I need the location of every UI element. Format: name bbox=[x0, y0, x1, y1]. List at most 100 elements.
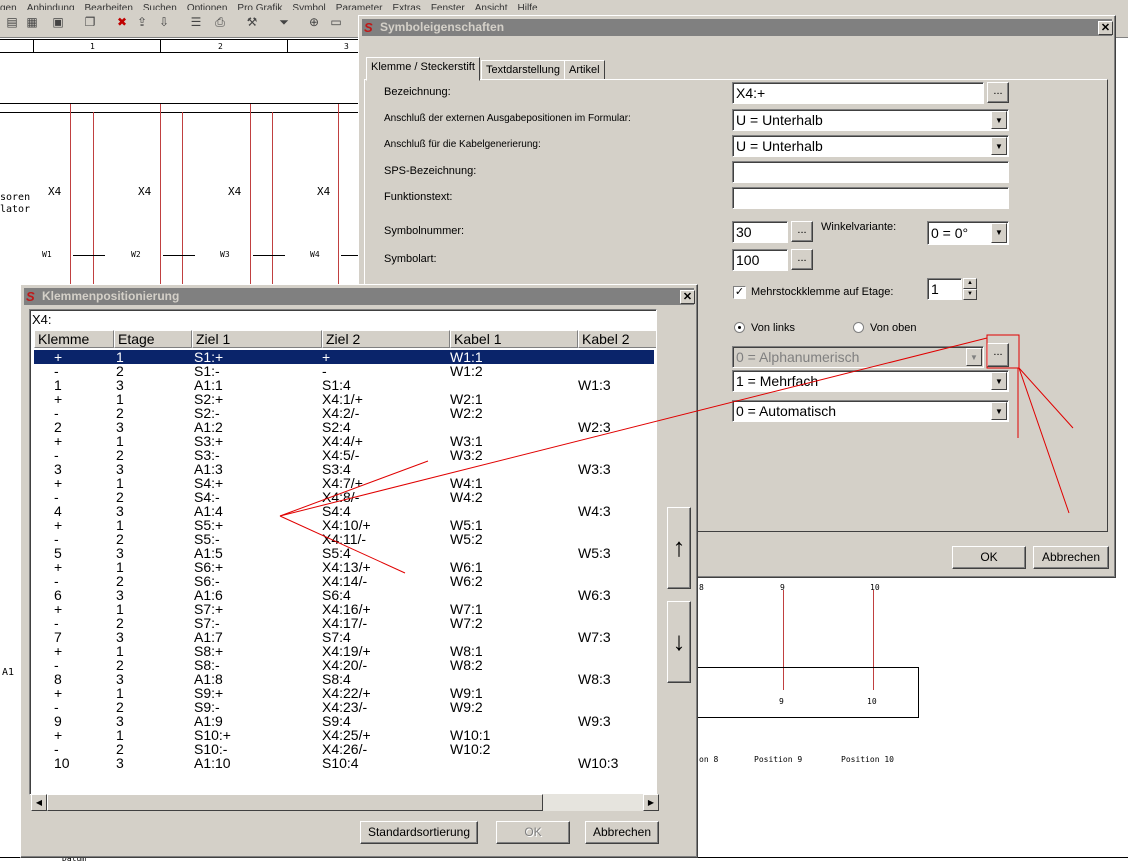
copy-icon[interactable]: ❐ bbox=[82, 14, 98, 30]
table-row[interactable]: - 2 S5:- X4:11/- W5:2 bbox=[34, 532, 654, 546]
bezeichnung-input[interactable]: X4:+ bbox=[732, 82, 984, 104]
chevron-down-icon[interactable]: ▼ bbox=[991, 402, 1007, 420]
zoom-icon[interactable]: ⊕ bbox=[306, 14, 322, 30]
column-header[interactable]: Kabel 2 bbox=[578, 330, 656, 348]
table-row[interactable]: 5 3 A1:5 S5:4 W5:3 bbox=[34, 546, 654, 560]
import-icon[interactable]: ⇩ bbox=[156, 14, 172, 30]
column-header[interactable]: Ziel 2 bbox=[322, 330, 450, 348]
page-icon[interactable]: ▭ bbox=[328, 14, 344, 30]
table-row[interactable]: - 2 S2:- X4:2/- W2:2 bbox=[34, 406, 654, 420]
table-cell: W5:1 bbox=[450, 517, 483, 533]
symbolnummer-browse-button[interactable]: ... bbox=[791, 221, 813, 242]
close-button[interactable]: ✕ bbox=[1098, 21, 1113, 35]
tab-klemme[interactable]: Klemme / Steckerstift bbox=[366, 57, 480, 81]
table-row[interactable]: +1 S9:+ X4:22/+ W9:1 bbox=[34, 686, 654, 700]
table-row[interactable]: - 2 S3:- X4:5/- W3:2 bbox=[34, 448, 654, 462]
table-row[interactable]: +1 S4:+ X4:7/+ W4:1 bbox=[34, 476, 654, 490]
mehrstock-checkbox[interactable]: ✓ bbox=[733, 286, 746, 299]
print-icon[interactable]: ⎙ bbox=[212, 14, 228, 30]
table-row[interactable]: +1 S8:+ X4:19/+ W8:1 bbox=[34, 644, 654, 658]
table-cell: S10:4 bbox=[322, 755, 359, 771]
ok-button[interactable]: OK bbox=[496, 821, 570, 844]
von-links-radio[interactable] bbox=[734, 322, 745, 333]
sortierung-browse-button[interactable]: ... bbox=[987, 343, 1009, 367]
etage-input[interactable]: 1 bbox=[927, 278, 962, 300]
scroll-right-icon[interactable]: ▶ bbox=[643, 794, 659, 811]
table-row[interactable]: +1 S3:+ X4:4/+ W3:1 bbox=[34, 434, 654, 448]
table-row[interactable]: +1 S5:+ X4:10/+ W5:1 bbox=[34, 518, 654, 532]
table-cell: - bbox=[54, 531, 59, 547]
symbolart-input[interactable]: 100 bbox=[732, 249, 788, 271]
tool-icon[interactable]: ⚒ bbox=[244, 14, 260, 30]
chevron-down-icon[interactable]: ▼ bbox=[991, 111, 1007, 129]
von-oben-radio[interactable] bbox=[853, 322, 864, 333]
close-button[interactable]: ✕ bbox=[680, 290, 695, 304]
table-row[interactable]: 9 3 A1:9 S9:4 W9:3 bbox=[34, 714, 654, 728]
chevron-down-icon[interactable]: ▼ bbox=[991, 137, 1007, 155]
scroll-thumb[interactable] bbox=[47, 794, 543, 811]
anschluss-kabel-select[interactable]: U = Unterhalb ▼ bbox=[732, 135, 1009, 157]
table-row[interactable]: +1 S10:+ X4:25/+ W10:1 bbox=[34, 728, 654, 742]
table-row[interactable]: - 2 S6:- X4:14/- W6:2 bbox=[34, 574, 654, 588]
etage-spinner[interactable]: ▲ ▼ bbox=[963, 278, 977, 300]
column-header[interactable]: Klemme bbox=[34, 330, 114, 348]
table-row[interactable]: 4 3 A1:4 S4:4 W4:3 bbox=[34, 504, 654, 518]
horizontal-scrollbar[interactable]: ◀ ▶ bbox=[31, 794, 659, 811]
ok-button[interactable]: OK bbox=[952, 546, 1026, 569]
delete-icon[interactable]: ✖ bbox=[114, 14, 130, 30]
table-cell: S8:4 bbox=[322, 671, 351, 687]
spin-down-icon[interactable]: ▼ bbox=[963, 289, 977, 300]
column-header[interactable]: Ziel 1 bbox=[192, 330, 322, 348]
export-icon[interactable]: ⇪ bbox=[134, 14, 150, 30]
open-icon[interactable]: ▤ bbox=[4, 14, 20, 30]
save-icon[interactable]: ▣ bbox=[50, 14, 66, 30]
cancel-button[interactable]: Abbrechen bbox=[585, 821, 659, 844]
chevron-down-icon[interactable]: ▼ bbox=[991, 372, 1007, 390]
table-row[interactable]: +1 S2:+ X4:1/+ W2:1 bbox=[34, 392, 654, 406]
symbolart-browse-button[interactable]: ... bbox=[791, 249, 813, 270]
move-up-button[interactable]: ↑ bbox=[667, 507, 691, 589]
column-header[interactable]: Etage bbox=[114, 330, 192, 348]
sps-input[interactable] bbox=[732, 161, 1009, 183]
anschluss-formular-select[interactable]: U = Unterhalb ▼ bbox=[732, 109, 1009, 131]
table-row[interactable]: - 2 S9:- X4:23/- W9:2 bbox=[34, 700, 654, 714]
chevron-down-icon[interactable]: ▼ bbox=[966, 348, 982, 366]
table-row[interactable]: 10 3 A1:10 S10:4 W10:3 bbox=[34, 756, 654, 770]
table-row[interactable]: - 2 S10:- X4:26/- W10:2 bbox=[34, 742, 654, 756]
tab-artikel[interactable]: Artikel bbox=[564, 60, 605, 80]
chevron-down-icon[interactable]: ▼ bbox=[991, 223, 1007, 243]
cancel-button[interactable]: Abbrechen bbox=[1033, 546, 1109, 569]
table-row[interactable]: 1 3 A1:1 S1:4 W1:3 bbox=[34, 378, 654, 392]
automatisch-select[interactable]: 0 = Automatisch ▼ bbox=[732, 400, 1009, 422]
table-row[interactable]: 6 3 A1:6 S6:4 W6:3 bbox=[34, 588, 654, 602]
symbolnummer-input[interactable]: 30 bbox=[732, 221, 788, 243]
terminal-list[interactable]: X4: Klemme Etage Ziel 1 Ziel 2 Kabel 1 K… bbox=[29, 309, 657, 795]
dialog-title: Klemmenpositionierung bbox=[42, 289, 180, 303]
table-row[interactable]: 3 3 A1:3 S3:4 W3:3 bbox=[34, 462, 654, 476]
table-row[interactable]: - 2 S8:- X4:20/- W8:2 bbox=[34, 658, 654, 672]
funktionstext-input[interactable] bbox=[732, 187, 1009, 209]
table-row[interactable]: +1 S6:+ X4:13/+ W6:1 bbox=[34, 560, 654, 574]
table-row[interactable]: - 2 S7:- X4:17/- W7:2 bbox=[34, 616, 654, 630]
table-row[interactable]: +1 S1:+ + W1:1 bbox=[34, 350, 654, 364]
sortierung-select[interactable]: 0 = Alphanumerisch ▼ bbox=[732, 346, 984, 368]
standardsortierung-button[interactable]: Standardsortierung bbox=[360, 821, 478, 844]
table-row[interactable]: 2 3 A1:2 S2:4 W2:3 bbox=[34, 420, 654, 434]
folder-icon[interactable]: ▦ bbox=[24, 14, 40, 30]
bezeichnung-browse-button[interactable]: ... bbox=[987, 82, 1009, 103]
dialog-titlebar: S Klemmenpositionierung ✕ bbox=[24, 288, 695, 305]
table-row[interactable]: 7 3 A1:7 S7:4 W7:3 bbox=[34, 630, 654, 644]
spin-up-icon[interactable]: ▲ bbox=[963, 278, 977, 289]
table-row[interactable]: - 2 S4:- X4:8/- W4:2 bbox=[34, 490, 654, 504]
table-row[interactable]: - 2 S1:- - W1:2 bbox=[34, 364, 654, 378]
column-header[interactable]: Kabel 1 bbox=[450, 330, 578, 348]
scroll-left-icon[interactable]: ◀ bbox=[31, 794, 47, 811]
move-down-button[interactable]: ↓ bbox=[667, 601, 691, 683]
mehrfach-select[interactable]: 1 = Mehrfach ▼ bbox=[732, 370, 1009, 392]
table-row[interactable]: 8 3 A1:8 S8:4 W8:3 bbox=[34, 672, 654, 686]
properties-icon[interactable]: ☰ bbox=[188, 14, 204, 30]
tab-textdarstellung[interactable]: Textdarstellung bbox=[481, 60, 565, 80]
table-row[interactable]: +1 S7:+ X4:16/+ W7:1 bbox=[34, 602, 654, 616]
filter-icon[interactable]: ⏷ bbox=[276, 14, 292, 30]
winkel-select[interactable]: 0 = 0° ▼ bbox=[927, 221, 1009, 245]
